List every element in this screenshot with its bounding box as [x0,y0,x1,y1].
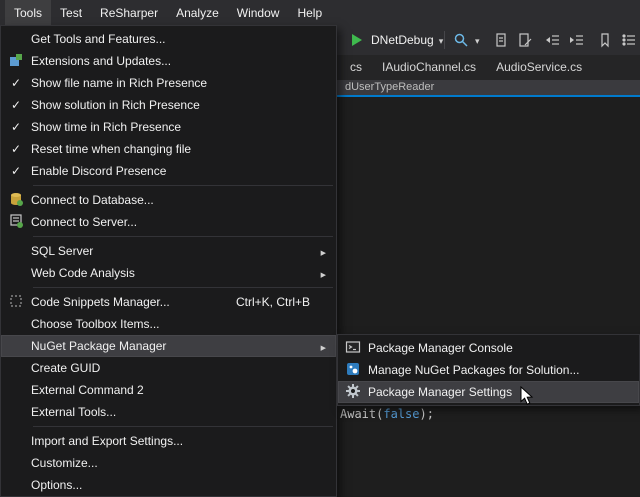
menu-item-sql-server[interactable]: SQL Server [1,240,336,262]
menu-item-connect-to-server[interactable]: Connect to Server... [1,211,336,233]
checkmark-icon [11,76,21,90]
search-dropdown-button[interactable] [452,25,480,55]
menu-item-web-code-analysis[interactable]: Web Code Analysis [1,262,336,284]
mouse-cursor [520,386,534,409]
menu-item-external-tools[interactable]: External Tools... [1,401,336,423]
menubar-item-window[interactable]: Window [228,0,289,25]
checkmark-icon [11,142,21,156]
tab-partial[interactable]: cs [340,55,372,80]
toolbar-separator [444,31,445,49]
menu-separator [33,185,333,186]
menu-item-external-command-2[interactable]: External Command 2 [1,379,336,401]
menubar-item-tools[interactable]: Tools [5,0,51,25]
checkmark-icon [11,98,21,112]
extensions-icon [8,52,24,71]
search-icon [452,31,470,49]
indent-button[interactable] [568,25,586,55]
task-list-icon [620,31,638,49]
menu-item-choose-toolbox-items[interactable]: Choose Toolbox Items... [1,313,336,335]
menu-separator [33,426,333,427]
start-debug-button[interactable]: DNetDebug [348,25,443,55]
menu-item-nuget-package-manager[interactable]: NuGet Package Manager [1,335,336,357]
tab-audioservice[interactable]: AudioService.cs [486,55,592,80]
menu-separator [33,236,333,237]
menu-item-options[interactable]: Options... [1,474,336,496]
menu-item-show-file-name-rich-presence[interactable]: Show file name in Rich Presence [1,72,336,94]
menu-bar: Tools Test ReSharper Analyze Window Help [0,0,640,25]
chevron-down-icon [439,33,444,47]
indent-icon [568,31,586,49]
menu-item-customize[interactable]: Customize... [1,452,336,474]
chevron-down-icon [475,33,480,47]
navigation-bar[interactable]: dUserTypeReader [337,80,640,95]
submenu-arrow-icon [321,244,326,258]
submenu-arrow-icon [321,266,326,280]
checkmark-icon [11,164,21,178]
outdent-icon [544,31,562,49]
run-icon [348,31,366,49]
menubar-item-analyze[interactable]: Analyze [167,0,228,25]
menu-item-package-manager-settings[interactable]: Package Manager Settings [338,381,639,403]
database-icon [8,191,24,210]
menubar-item-test[interactable]: Test [51,0,91,25]
menu-separator [33,287,333,288]
tab-iaudiochannel[interactable]: IAudioChannel.cs [372,55,486,80]
server-icon [8,213,24,232]
console-icon [345,339,361,358]
menu-item-get-tools-and-features[interactable]: Get Tools and Features... [1,28,336,50]
snippets-icon [8,293,24,312]
task-list-button[interactable] [620,25,638,55]
checkmark-icon [11,120,21,134]
gear-icon [345,383,361,402]
new-file-button[interactable] [492,25,510,55]
edit-file-button[interactable] [516,25,534,55]
code-line: Await(false); [340,407,434,421]
menu-item-show-time-rich-presence[interactable]: Show time in Rich Presence [1,116,336,138]
run-config-label: DNetDebug [371,33,434,47]
menu-item-create-guid[interactable]: Create GUID [1,357,336,379]
navbar-member-label: dUserTypeReader [345,81,434,93]
submenu-arrow-icon [321,339,326,353]
menu-item-extensions-and-updates[interactable]: Extensions and Updates... [1,50,336,72]
document-icon [492,31,510,49]
menu-item-connect-to-database[interactable]: Connect to Database... [1,189,336,211]
menubar-item-help[interactable]: Help [288,0,331,25]
vs-window: Tools Test ReSharper Analyze Window Help… [0,0,640,497]
menubar-item-resharper[interactable]: ReSharper [91,0,167,25]
menu-item-show-solution-rich-presence[interactable]: Show solution in Rich Presence [1,94,336,116]
tools-menu-popup: Get Tools and Features... Extensions and… [0,25,337,497]
outdent-button[interactable] [544,25,562,55]
menu-item-import-export-settings[interactable]: Import and Export Settings... [1,430,336,452]
menu-shortcut: Ctrl+K, Ctrl+B [218,295,310,309]
bookmark-icon [596,31,614,49]
menu-item-code-snippets-manager[interactable]: Code Snippets Manager... Ctrl+K, Ctrl+B [1,291,336,313]
menu-item-manage-nuget-packages-solution[interactable]: Manage NuGet Packages for Solution... [338,359,639,381]
menu-item-enable-discord-presence[interactable]: Enable Discord Presence [1,160,336,182]
menu-item-package-manager-console[interactable]: Package Manager Console [338,337,639,359]
nuget-submenu-popup: Package Manager Console Manage NuGet Pac… [337,334,640,406]
document-edit-icon [516,31,534,49]
bookmark-button[interactable] [596,25,614,55]
nuget-icon [345,361,361,380]
menu-item-reset-time-when-changing-file[interactable]: Reset time when changing file [1,138,336,160]
